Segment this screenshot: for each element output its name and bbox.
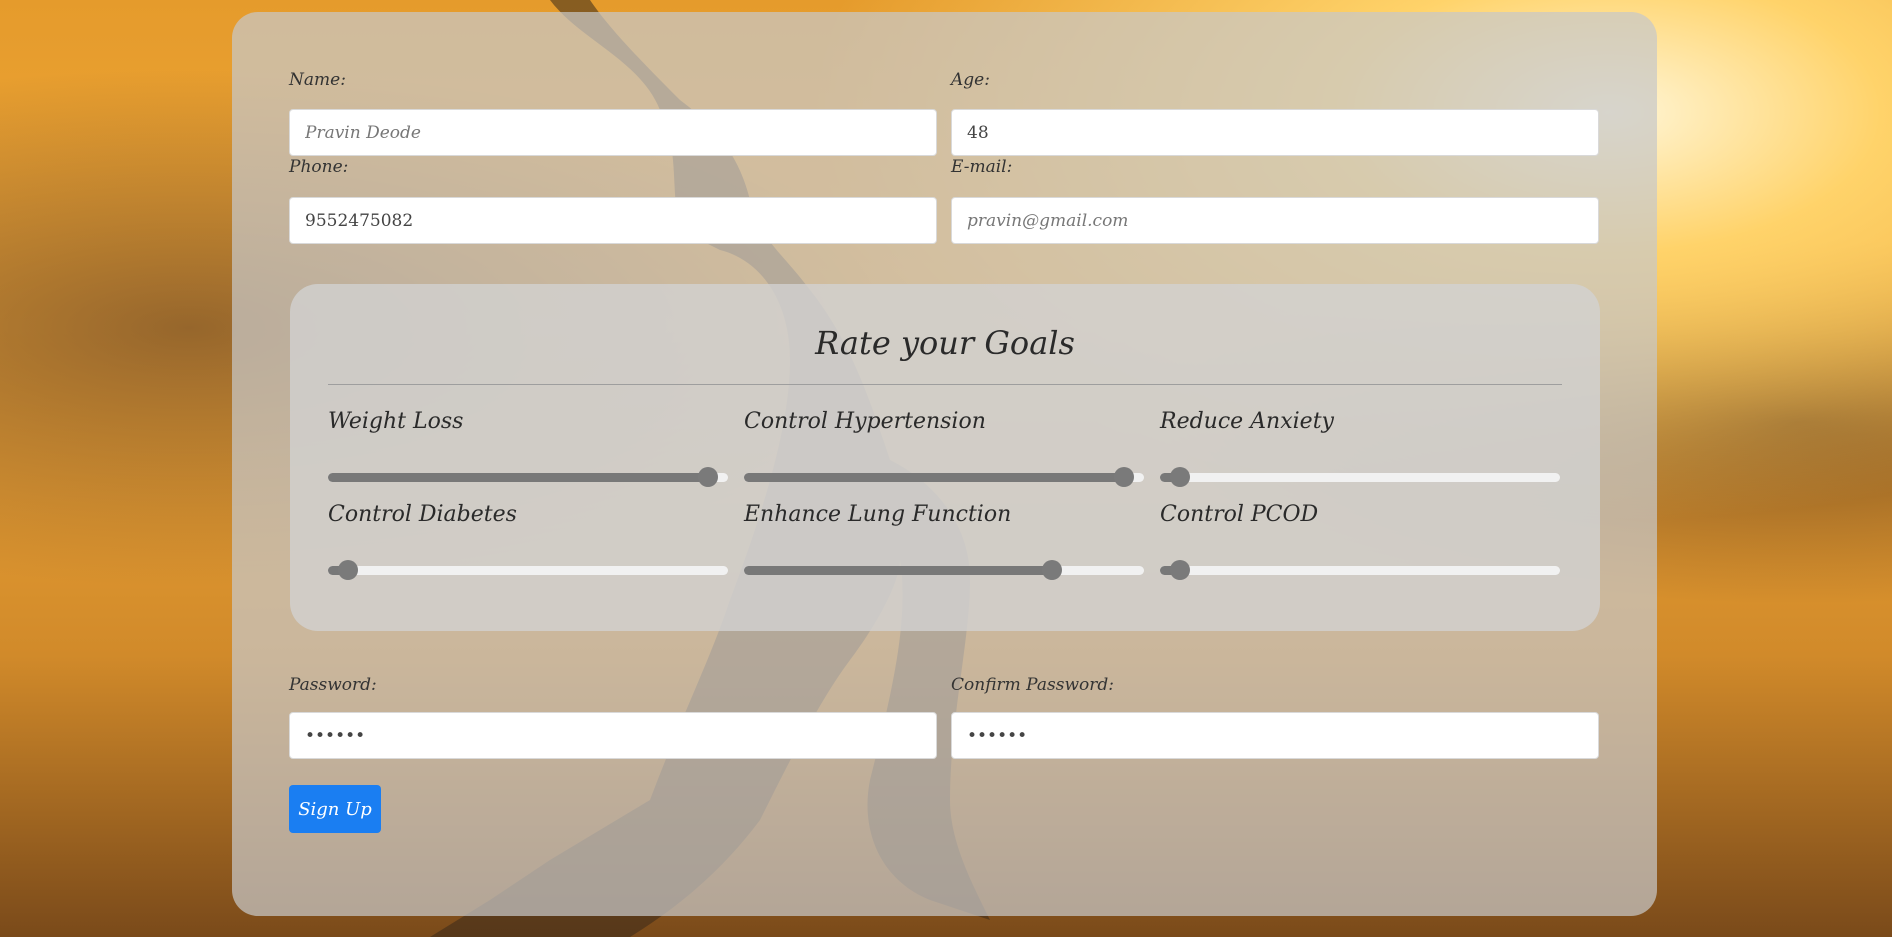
slider-thumb[interactable] [338,560,358,580]
slider-control-pcod[interactable] [1160,560,1560,580]
slider-thumb[interactable] [1114,467,1134,487]
confirm-password-label: Confirm Password: [951,675,1114,695]
slider-track [1160,566,1560,575]
goal-label-reduce-anxiety: Reduce Anxiety [1160,409,1334,434]
sign-up-button[interactable]: Sign Up [289,785,381,833]
confirm-password-input[interactable] [951,712,1599,759]
goal-label-control-pcod: Control PCOD [1160,502,1319,527]
slider-fill [328,473,708,482]
slider-control-hypertension[interactable] [744,467,1144,487]
name-label: Name: [289,70,346,90]
slider-fill [744,566,1052,575]
slider-control-diabetes[interactable] [328,560,728,580]
slider-reduce-anxiety[interactable] [1160,467,1560,487]
goal-label-control-hypertension: Control Hypertension [744,409,986,434]
slider-enhance-lung-function[interactable] [744,560,1144,580]
goals-divider [328,384,1562,385]
name-input[interactable] [289,109,937,156]
slider-fill [744,473,1124,482]
phone-label: Phone: [289,157,349,177]
slider-thumb[interactable] [1170,560,1190,580]
email-input[interactable] [951,197,1599,244]
slider-thumb[interactable] [698,467,718,487]
slider-track [328,566,728,575]
goal-label-enhance-lung-function: Enhance Lung Function [744,502,1012,527]
slider-thumb[interactable] [1042,560,1062,580]
phone-input[interactable] [289,197,937,244]
password-input[interactable] [289,712,937,759]
goal-label-weight-loss: Weight Loss [328,409,464,434]
slider-weight-loss[interactable] [328,467,728,487]
email-label: E-mail: [951,157,1013,177]
age-input[interactable] [951,109,1599,156]
goals-title: Rate your Goals [815,324,1075,362]
password-label: Password: [289,675,377,695]
slider-thumb[interactable] [1170,467,1190,487]
slider-track [1160,473,1560,482]
age-label: Age: [951,70,990,90]
goal-label-control-diabetes: Control Diabetes [328,502,517,527]
goals-panel: Rate your Goals Weight Loss Control Hype… [290,284,1600,631]
